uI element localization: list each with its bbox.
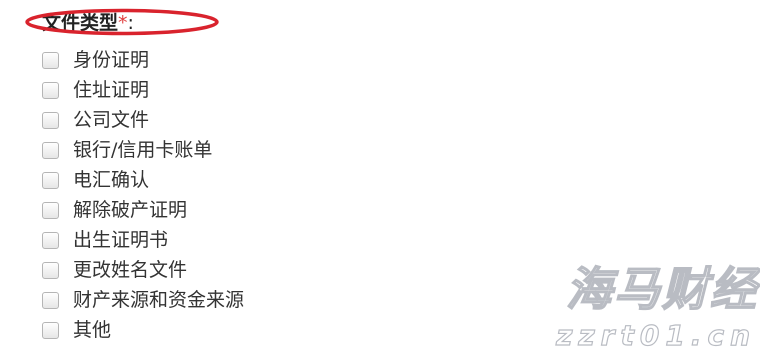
checkbox[interactable] bbox=[42, 291, 59, 309]
option-name-change[interactable]: 更改姓名文件 bbox=[42, 255, 462, 285]
checkbox[interactable] bbox=[42, 231, 59, 249]
option-label: 身份证明 bbox=[73, 49, 150, 71]
option-label: 银行/信用卡账单 bbox=[73, 139, 213, 161]
checkbox[interactable] bbox=[42, 141, 59, 159]
option-bankruptcy-discharge[interactable]: 解除破产证明 bbox=[42, 195, 462, 225]
option-bank-statement[interactable]: 银行/信用卡账单 bbox=[42, 135, 462, 165]
option-label: 公司文件 bbox=[73, 109, 150, 131]
label-colon: : bbox=[127, 12, 134, 34]
option-birth-certificate[interactable]: 出生证明书 bbox=[42, 225, 462, 255]
checkbox[interactable] bbox=[42, 111, 59, 129]
option-id-proof[interactable]: 身份证明 bbox=[42, 45, 462, 75]
option-address-proof[interactable]: 住址证明 bbox=[42, 75, 462, 105]
checkbox[interactable] bbox=[42, 51, 59, 69]
option-label: 更改姓名文件 bbox=[73, 259, 188, 281]
file-type-field: 文件类型*: 身份证明 住址证明 公司文件 银行/信用卡账单 电汇确认 解除破产… bbox=[25, 8, 462, 345]
watermark-logo: 海马财经 zzrt01.cn bbox=[554, 261, 760, 352]
checkbox[interactable] bbox=[42, 171, 59, 189]
option-label: 解除破产证明 bbox=[73, 199, 188, 221]
checkbox-list: 身份证明 住址证明 公司文件 银行/信用卡账单 电汇确认 解除破产证明 出生证明… bbox=[42, 45, 462, 345]
option-label: 电汇确认 bbox=[73, 169, 150, 191]
checkbox[interactable] bbox=[42, 81, 59, 99]
option-label: 出生证明书 bbox=[73, 229, 169, 251]
option-label: 财产来源和资金来源 bbox=[73, 289, 245, 311]
field-label: 文件类型*: bbox=[25, 8, 462, 38]
option-wire-confirmation[interactable]: 电汇确认 bbox=[42, 165, 462, 195]
option-company-documents[interactable]: 公司文件 bbox=[42, 105, 462, 135]
checkbox[interactable] bbox=[42, 321, 59, 339]
field-label-text: 文件类型 bbox=[42, 12, 119, 34]
option-source-of-funds[interactable]: 财产来源和资金来源 bbox=[42, 285, 462, 315]
checkbox[interactable] bbox=[42, 201, 59, 219]
option-other[interactable]: 其他 bbox=[42, 315, 462, 345]
required-asterisk: * bbox=[118, 12, 128, 34]
option-label: 住址证明 bbox=[73, 79, 150, 101]
watermark-url: zzrt01.cn bbox=[555, 319, 756, 352]
watermark-title: 海马财经 bbox=[566, 262, 760, 316]
checkbox[interactable] bbox=[42, 261, 59, 279]
option-label: 其他 bbox=[73, 319, 112, 341]
